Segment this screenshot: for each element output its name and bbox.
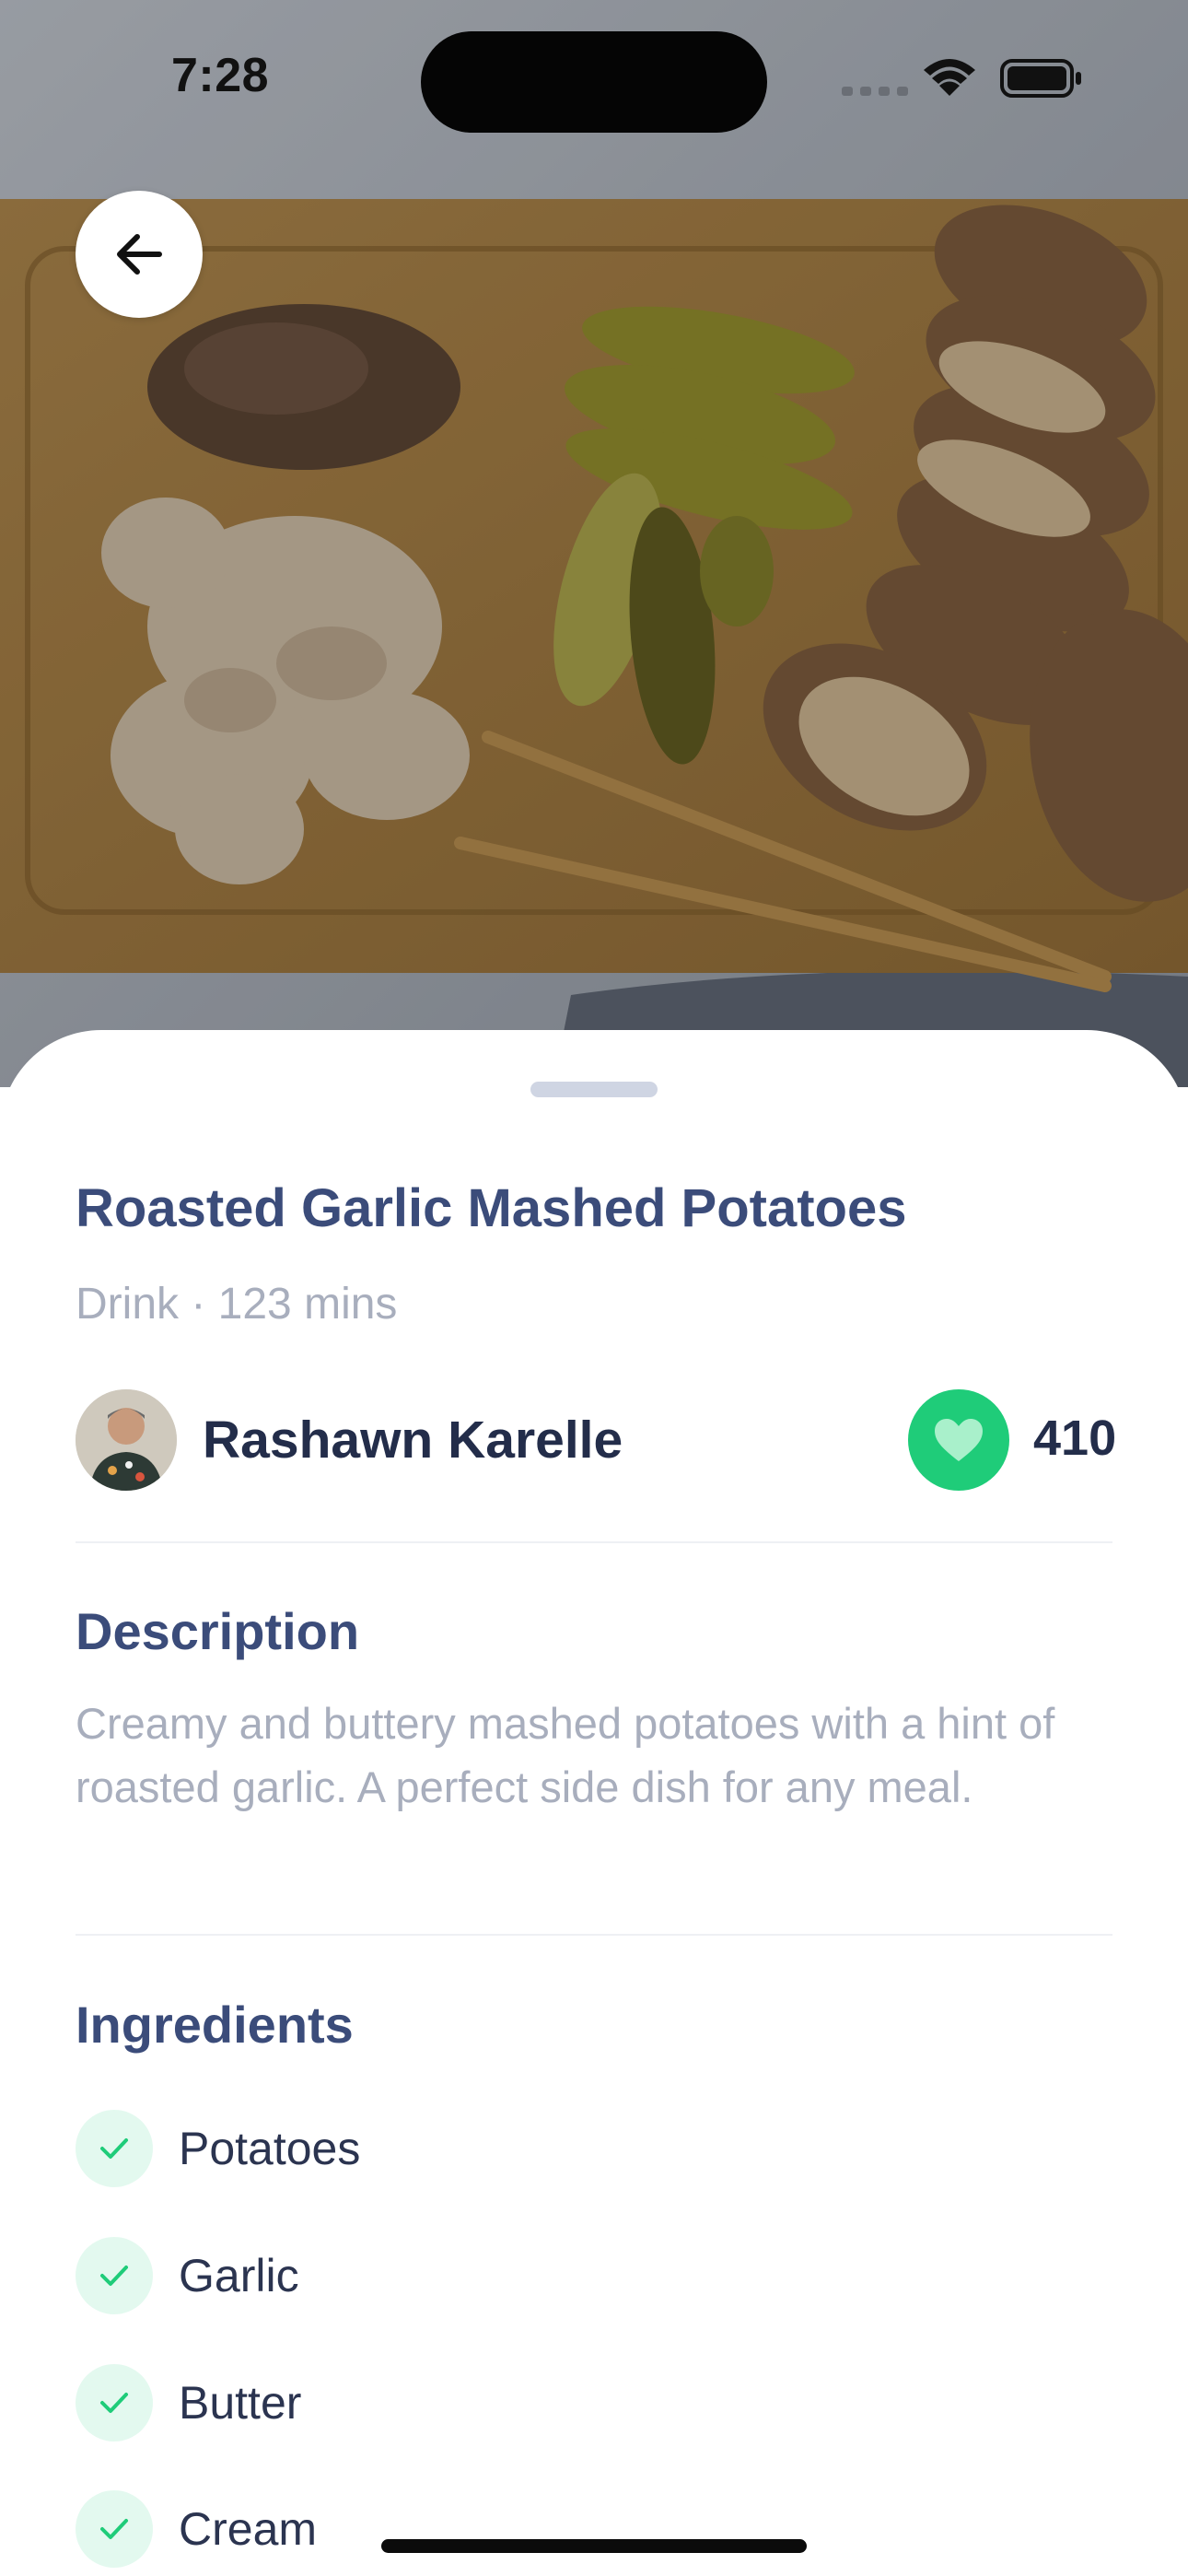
dynamic-island — [421, 31, 767, 133]
heart-icon — [935, 1419, 983, 1461]
check-icon — [76, 2237, 153, 2314]
like-button[interactable] — [908, 1389, 1009, 1491]
ingredient-item: Garlic — [76, 2236, 299, 2315]
battery-icon — [1000, 59, 1081, 98]
avatar[interactable] — [76, 1389, 177, 1491]
back-button[interactable] — [76, 191, 203, 318]
recipe-detail-screen: 7:28 Roasted Garlic Mashed Potatoes Drin… — [0, 0, 1188, 2576]
ingredients-heading: Ingredients — [76, 1996, 354, 2054]
ingredient-label: Garlic — [179, 2250, 299, 2301]
recipe-title: Roasted Garlic Mashed Potatoes — [76, 1178, 907, 1238]
divider — [76, 1934, 1112, 1936]
ingredient-item: Cream — [76, 2489, 317, 2569]
check-icon — [76, 2364, 153, 2441]
author-name[interactable]: Rashawn Karelle — [203, 1410, 623, 1470]
status-icons — [838, 53, 1087, 103]
ingredient-label: Cream — [179, 2503, 318, 2555]
ingredient-label: Potatoes — [179, 2123, 361, 2174]
description-text: Creamy and buttery mashed potatoes with … — [76, 1699, 1055, 1811]
status-time: 7:28 — [171, 49, 270, 102]
ingredient-item: Potatoes — [76, 2109, 360, 2188]
ingredient-item: Butter — [76, 2363, 301, 2442]
like-count: 410 — [1033, 1411, 1117, 1466]
check-icon — [76, 2490, 153, 2568]
check-icon — [76, 2110, 153, 2187]
recipe-hero-image — [0, 0, 1188, 1087]
ingredient-label: Butter — [179, 2377, 302, 2429]
signal-icon — [842, 87, 908, 96]
description-heading: Description — [76, 1602, 360, 1660]
divider — [76, 1541, 1112, 1543]
recipe-meta: Drink · 123 mins — [76, 1280, 398, 1329]
arrow-left-icon — [117, 234, 162, 275]
wifi-icon — [924, 59, 975, 96]
home-indicator[interactable] — [381, 2539, 807, 2553]
sheet-grabber[interactable] — [530, 1082, 658, 1097]
